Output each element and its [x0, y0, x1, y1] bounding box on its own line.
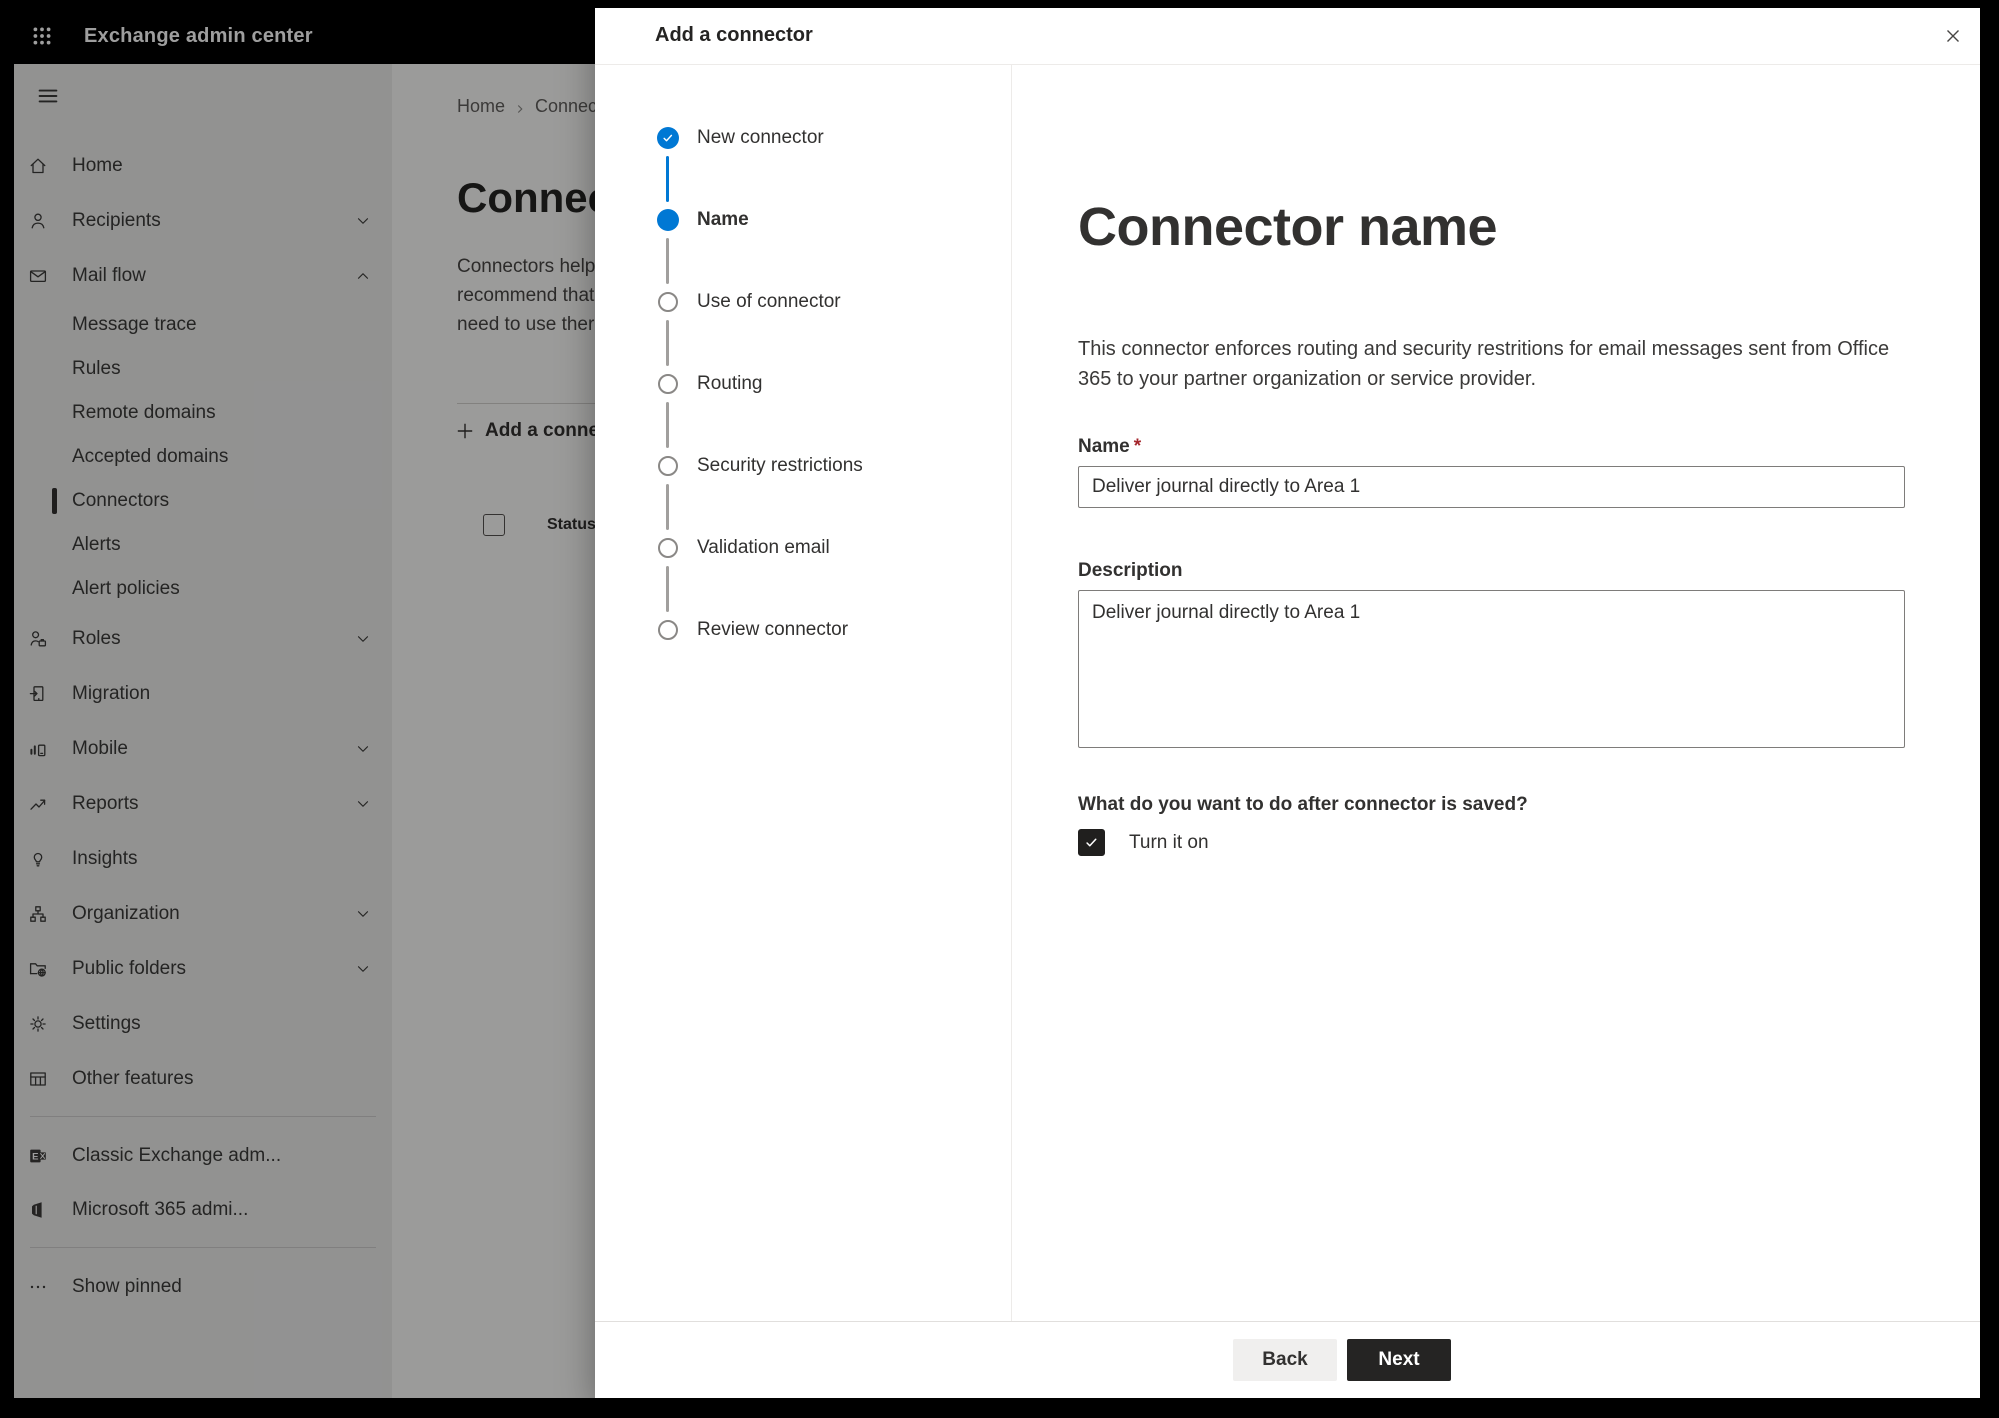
step-label: New connector	[697, 127, 824, 148]
wizard-step-new-connector[interactable]: New connector	[595, 127, 1011, 209]
wizard-step-name[interactable]: Name	[595, 209, 1011, 291]
step-label: Use of connector	[697, 291, 841, 312]
name-input[interactable]	[1078, 466, 1905, 508]
add-connector-dialog: Add a connector New connector Name Use o…	[595, 8, 1980, 1398]
step-upcoming-icon	[658, 292, 678, 312]
step-upcoming-icon	[658, 456, 678, 476]
step-upcoming-icon	[658, 538, 678, 558]
step-connector-line	[666, 156, 669, 202]
dialog-footer: Back Next	[595, 1321, 1980, 1398]
dialog-body: New connector Name Use of connector Rout…	[595, 65, 1980, 1321]
name-field-label: Name *	[1078, 436, 1142, 457]
close-icon	[1947, 30, 1959, 42]
next-button[interactable]: Next	[1347, 1339, 1451, 1381]
checkmark-icon	[1086, 838, 1097, 847]
description-field-label: Description	[1078, 560, 1183, 581]
step-upcoming-icon	[658, 620, 678, 640]
turn-it-on-checkbox-row[interactable]: Turn it on	[1078, 829, 1910, 856]
dialog-title: Add a connector	[655, 24, 813, 46]
description-textarea[interactable]: Deliver journal directly to Area 1	[1078, 590, 1905, 748]
wizard-step-review-connector[interactable]: Review connector	[595, 619, 1011, 701]
wizard-step-security-restrictions[interactable]: Security restrictions	[595, 455, 1011, 537]
content-description: This connector enforces routing and secu…	[1078, 338, 1890, 390]
wizard-step-use-of-connector[interactable]: Use of connector	[595, 291, 1011, 373]
required-asterisk: *	[1133, 436, 1142, 457]
after-save-question: What do you want to do after connector i…	[1078, 794, 1528, 815]
back-button[interactable]: Back	[1233, 1339, 1337, 1381]
step-connector-line	[666, 320, 669, 366]
wizard-step-routing[interactable]: Routing	[595, 373, 1011, 455]
content-heading: Connector name	[1078, 197, 1498, 257]
step-connector-line	[666, 566, 669, 612]
step-label: Name	[697, 209, 749, 230]
step-completed-icon	[657, 127, 679, 149]
wizard-step-validation-email[interactable]: Validation email	[595, 537, 1011, 619]
turn-it-on-label: Turn it on	[1129, 831, 1209, 853]
step-connector-line	[666, 402, 669, 448]
step-connector-line	[666, 484, 669, 530]
dialog-header: Add a connector	[595, 8, 1980, 65]
turn-it-on-checkbox[interactable]	[1078, 829, 1105, 856]
step-current-icon	[657, 209, 679, 231]
close-button[interactable]	[1940, 23, 1966, 49]
step-connector-line	[666, 238, 669, 284]
wizard-steps-column: New connector Name Use of connector Rout…	[595, 65, 1012, 1321]
step-label: Security restrictions	[697, 455, 863, 476]
step-upcoming-icon	[658, 374, 678, 394]
step-label: Validation email	[697, 537, 830, 558]
step-label: Review connector	[697, 619, 849, 640]
step-label: Routing	[697, 373, 763, 394]
screen: Exchange admin center Home Recipients Ma…	[14, 8, 1980, 1398]
dialog-content: Connector name This connector enforces r…	[1012, 65, 1980, 1321]
